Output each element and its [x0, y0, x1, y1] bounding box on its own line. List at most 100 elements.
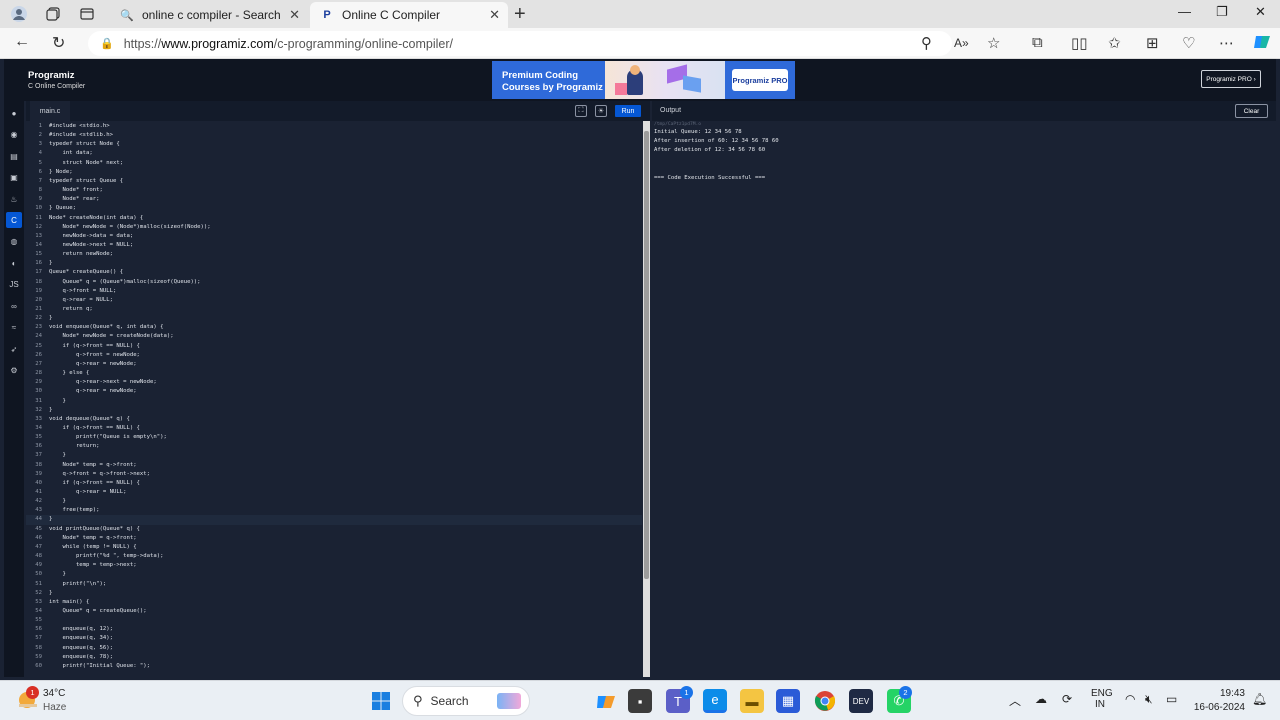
code-line[interactable]: 30 q->rear = newNode; [26, 387, 642, 396]
code-line[interactable]: 50 } [26, 570, 642, 579]
go-icon[interactable]: ∞ [8, 300, 20, 312]
code-line[interactable]: 46 Node* temp = q->front; [26, 534, 642, 543]
code-line[interactable]: 52} [26, 589, 642, 598]
code-line[interactable]: 5 struct Node* next; [26, 159, 642, 168]
code-line[interactable]: 33 void dequeue(Queue* q) { [26, 415, 642, 424]
dev-home-icon[interactable]: DEV [849, 689, 873, 713]
temperature[interactable]: 34°C [43, 688, 65, 699]
extensions-icon[interactable]: ⧉ [1032, 34, 1043, 51]
code-line[interactable]: 2 #include <stdlib.h> [26, 131, 642, 140]
code-line[interactable]: 8 Node* front; [26, 186, 642, 195]
onedrive-cloud-icon[interactable]: ☁ [1035, 692, 1047, 706]
html-icon[interactable]: ▣ [8, 171, 20, 183]
code-line[interactable]: 47 while (temp != NULL) { [26, 543, 642, 552]
code-line[interactable]: 7 typedef struct Queue { [26, 177, 642, 186]
notifications-bell-icon[interactable]: 🔔︎ [1252, 692, 1267, 706]
refresh-button[interactable]: ↻ [52, 33, 65, 53]
code-line[interactable]: 41 q->rear = NULL; [26, 488, 642, 497]
code-line[interactable]: 58 enqueue(q, 56); [26, 644, 642, 653]
code-line[interactable]: 19 q->front = NULL; [26, 287, 642, 296]
sync-icon[interactable]: ⟳ [1062, 692, 1072, 706]
profile-avatar-icon[interactable] [6, 2, 32, 26]
address-bar[interactable]: 🔒 https://www.programiz.com/c-programmin… [88, 31, 952, 56]
code-line[interactable]: 3 typedef struct Node { [26, 140, 642, 149]
copilot-icon[interactable] [1252, 32, 1272, 56]
code-line[interactable]: 21 return q; [26, 305, 642, 314]
code-line[interactable]: 36 return; [26, 442, 642, 451]
code-line[interactable]: 32} [26, 406, 642, 415]
code-line[interactable]: 20 q->rear = NULL; [26, 296, 642, 305]
clear-button[interactable]: Clear [1235, 104, 1268, 118]
wifi-icon[interactable]: ◠ [1125, 692, 1135, 706]
code-line[interactable]: 29 q->rear->next = newNode; [26, 378, 642, 387]
microsoft-store-icon[interactable]: ▦ [776, 689, 800, 713]
code-line[interactable]: 60 printf("Initial Queue: "); [26, 662, 642, 671]
cpp-icon[interactable]: ◍ [8, 235, 20, 247]
file-explorer-icon[interactable]: ▬ [740, 689, 764, 713]
clock-date[interactable]: 16-06-2024 [1189, 702, 1245, 713]
back-button[interactable]: ← [14, 33, 30, 51]
close-tab-icon[interactable]: ✕ [489, 7, 500, 23]
code-line[interactable]: 14 newNode->next = NULL; [26, 241, 642, 250]
code-line[interactable]: 4 int data; [26, 149, 642, 158]
tab-online-c-compiler[interactable]: P Online C Compiler ✕ [310, 2, 508, 28]
code-line[interactable]: 40 if (q->front == NULL) { [26, 479, 642, 488]
workspaces-icon[interactable] [40, 2, 66, 26]
battery-icon[interactable]: ▭ [1166, 692, 1177, 706]
code-line[interactable]: 23 void enqueue(Queue* q, int data) { [26, 323, 642, 332]
close-window-button[interactable]: ✕ [1255, 4, 1266, 20]
split-screen-icon[interactable]: ▯▯ [1071, 34, 1088, 52]
run-button[interactable]: Run [615, 105, 641, 117]
zoom-icon[interactable]: ⚲ [921, 34, 932, 52]
swift-icon[interactable]: ➶ [8, 343, 20, 355]
code-line[interactable]: 6} Node; [26, 168, 642, 177]
code-line[interactable]: 16} [26, 259, 642, 268]
start-windows-icon[interactable] [369, 689, 393, 713]
code-line[interactable]: 44} [26, 515, 642, 525]
collections-icon[interactable]: ⊞ [1146, 34, 1159, 52]
code-line[interactable]: 15 return newNode; [26, 250, 642, 259]
code-line[interactable]: 42 } [26, 497, 642, 506]
rust-icon[interactable]: ⚙ [8, 364, 20, 376]
code-line[interactable]: 22} [26, 314, 642, 323]
code-line[interactable]: 27 q->rear = newNode; [26, 360, 642, 369]
taskbar-search[interactable]: ⚲ Search [402, 686, 530, 716]
code-line[interactable]: 53 int main() { [26, 598, 642, 607]
code-line[interactable]: 10} Queue; [26, 204, 642, 213]
scrollbar-thumb[interactable] [644, 131, 649, 579]
volume-muted-icon[interactable]: 🔇︎ [1145, 692, 1153, 707]
close-tab-icon[interactable]: ✕ [289, 7, 300, 23]
tab-actions-icon[interactable] [74, 2, 100, 26]
code-line[interactable]: 57 enqueue(q, 34); [26, 634, 642, 643]
code-line[interactable]: 34 if (q->front == NULL) { [26, 424, 642, 433]
code-line[interactable]: 35 printf("Queue is empty\n"); [26, 433, 642, 442]
csharp-icon[interactable]: ◐ [8, 257, 20, 269]
programiz-pro-button[interactable]: Programiz PRO › [1201, 70, 1261, 88]
programiz-logo[interactable]: Programiz [28, 70, 74, 81]
javascript-icon[interactable]: JS [8, 278, 20, 290]
code-line[interactable]: 17 Queue* createQueue() { [26, 268, 642, 277]
code-line[interactable]: 56 enqueue(q, 12); [26, 625, 642, 634]
browser-essentials-icon[interactable]: ♡ [1182, 34, 1195, 52]
theme-toggle-icon[interactable]: ☀ [595, 105, 607, 117]
code-line[interactable]: 25 if (q->front == NULL) { [26, 342, 642, 351]
code-line[interactable]: 48 printf("%d ", temp->data); [26, 552, 642, 561]
code-line[interactable]: 49 temp = temp->next; [26, 561, 642, 570]
c-language-icon[interactable]: C [6, 212, 22, 228]
code-line[interactable]: 43 free(temp); [26, 506, 642, 515]
chrome-icon[interactable] [813, 689, 837, 713]
code-line[interactable]: 37 } [26, 451, 642, 460]
tab-bing-search[interactable]: 🔍 online c compiler - Search ✕ [110, 2, 308, 28]
code-line[interactable]: 39 q->front = q->front->next; [26, 470, 642, 479]
r-icon[interactable]: ◉ [8, 128, 20, 140]
sql-icon[interactable]: ▤ [8, 150, 20, 162]
code-line[interactable]: 13 newNode->data = data; [26, 232, 642, 241]
php-icon[interactable]: ≈ [8, 321, 20, 333]
file-tab-main-c[interactable]: main.c [30, 101, 70, 121]
code-line[interactable]: 11 Node* createNode(int data) { [26, 214, 642, 223]
code-line[interactable]: 1 #include <stdio.h> [26, 122, 642, 131]
code-line[interactable]: 28 } else { [26, 369, 642, 378]
favorite-star-icon[interactable]: ☆ [987, 34, 1000, 52]
code-line[interactable]: 51 printf("\n"); [26, 580, 642, 589]
promo-banner[interactable]: Premium Coding Courses by Programiz Progr… [492, 61, 795, 99]
